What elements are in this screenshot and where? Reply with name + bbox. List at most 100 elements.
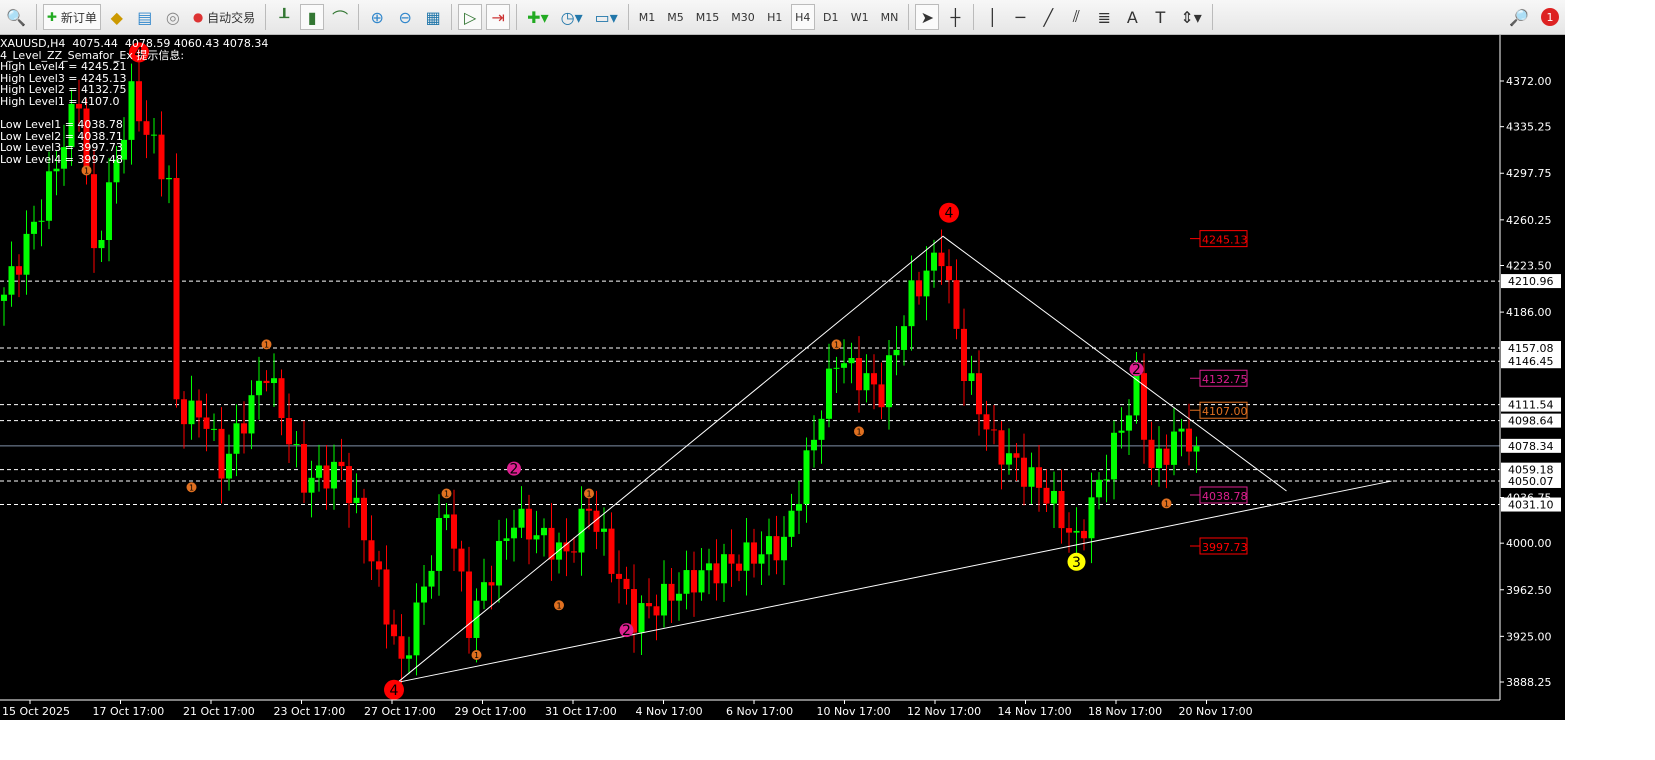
x-tick-label: 21 Oct 17:00: [183, 705, 255, 718]
x-tick-label: 4 Nov 17:00: [636, 705, 703, 718]
trendline-icon[interactable]: ╱: [1036, 4, 1060, 30]
timeframe-d1[interactable]: D1: [819, 4, 843, 30]
equidistant-channel-icon[interactable]: ⫽: [1064, 4, 1088, 30]
candle-body: [346, 466, 352, 504]
candle-body: [706, 563, 712, 571]
signals-icon[interactable]: ◎: [161, 4, 185, 30]
price-tag-label: 4157.08: [1508, 342, 1554, 355]
candle-body: [691, 570, 697, 593]
timeframe-bar: M1 M5 M15 M30 H1 H4 D1 W1 MN: [633, 4, 905, 30]
timeframe-m30[interactable]: M30: [727, 4, 759, 30]
indicators-icon[interactable]: ✚▾: [523, 4, 552, 30]
candle-body: [1043, 487, 1050, 504]
candle-body: [16, 266, 22, 275]
x-tick-label: 12 Nov 17:00: [907, 705, 981, 718]
vertical-line-icon[interactable]: │: [980, 4, 1004, 30]
candle-body: [623, 578, 630, 590]
chart-info: XAUUSD,H4 4075.44 4078.59 4060.43 4078.3…: [0, 38, 268, 166]
candle-body: [413, 602, 420, 656]
fibonacci-icon[interactable]: ≣: [1092, 4, 1116, 30]
auto-trade-button[interactable]: ● 自动交易: [189, 4, 259, 30]
text-label-icon[interactable]: T: [1148, 4, 1172, 30]
data-window-icon[interactable]: ▤: [133, 4, 157, 30]
timeframe-w1[interactable]: W1: [847, 4, 873, 30]
candle-body: [166, 177, 172, 180]
auto-scroll-icon[interactable]: ▷: [458, 4, 483, 30]
semafor-label: 1: [1164, 499, 1169, 508]
candle-body: [886, 355, 892, 408]
candle-body: [893, 349, 900, 356]
candlestick-icon[interactable]: ▮: [300, 4, 325, 30]
price-tag-label: 4111.54: [1508, 399, 1554, 412]
candle-body: [106, 182, 112, 241]
candle-body: [496, 540, 502, 586]
semafor-label: 1: [444, 489, 449, 498]
bar-chart-icon[interactable]: ┸: [272, 4, 296, 30]
periods-icon[interactable]: ◷▾: [557, 4, 587, 30]
crosshair-icon[interactable]: ┼: [943, 4, 967, 30]
candle-body: [466, 571, 472, 638]
candle-body: [1021, 457, 1027, 487]
candle-body: [751, 542, 757, 564]
new-order-button[interactable]: ✚ 新订单: [42, 4, 101, 30]
price-tag-label: 4210.96: [1508, 275, 1554, 288]
candle-body: [526, 508, 532, 540]
candle-body: [98, 240, 105, 249]
x-tick-label: 14 Nov 17:00: [998, 705, 1072, 718]
candle-body: [788, 510, 795, 537]
candle-body: [263, 380, 270, 384]
candle-body: [53, 168, 60, 172]
candle-body: [458, 548, 465, 572]
timeframe-h4[interactable]: H4: [790, 4, 815, 30]
candle-body: [541, 527, 547, 536]
timeframe-m15[interactable]: M15: [692, 4, 724, 30]
cursor-icon[interactable]: ➤: [915, 4, 940, 30]
notifications-badge[interactable]: 1: [1537, 4, 1563, 30]
candle-body: [361, 497, 367, 541]
candle-body: [901, 326, 907, 350]
zoom-out-icon[interactable]: ⊖: [393, 4, 417, 30]
candle-body: [316, 465, 322, 478]
semafor-label: 1: [556, 601, 561, 610]
arrows-icon[interactable]: ⇕▾: [1176, 4, 1205, 30]
horizontal-line-icon[interactable]: ─: [1008, 4, 1032, 30]
x-tick-label: 23 Oct 17:00: [274, 705, 346, 718]
x-tick-label: 10 Nov 17:00: [817, 705, 891, 718]
candle-body: [698, 570, 705, 593]
candle-body: [23, 233, 30, 275]
zoom-in-icon[interactable]: ⊕: [365, 4, 389, 30]
market-watch-icon[interactable]: ◆: [105, 4, 129, 30]
candle-body: [1163, 448, 1170, 465]
candle-body: [923, 270, 930, 297]
timeframe-m1[interactable]: M1: [635, 4, 660, 30]
y-tick-label: 4335.25: [1506, 121, 1552, 134]
candle-body: [571, 551, 577, 553]
line-chart-icon[interactable]: ⌒: [328, 4, 352, 30]
level-box-label: 3997.73: [1202, 541, 1248, 554]
candle-body: [233, 423, 240, 454]
timeframe-m5[interactable]: M5: [663, 4, 688, 30]
level-info-line: High Level1 = 4107.0: [0, 94, 120, 108]
candle-body: [196, 400, 202, 418]
candle-body: [818, 418, 825, 440]
timeframe-h1[interactable]: H1: [763, 4, 787, 30]
text-icon[interactable]: A: [1120, 4, 1144, 30]
candle-body: [248, 395, 255, 434]
candle-body: [38, 220, 45, 222]
chart-shift-icon[interactable]: ⇥: [486, 4, 511, 30]
auto-trade-label: 自动交易: [207, 10, 256, 25]
candle-body: [871, 373, 877, 385]
candle-body: [1156, 448, 1162, 469]
candle-body: [758, 554, 765, 564]
candle-body: [436, 518, 442, 571]
tile-windows-icon[interactable]: ▦: [421, 4, 445, 30]
candle-body: [676, 593, 682, 601]
search-icon[interactable]: 🔍: [2, 4, 30, 30]
timeframe-mn[interactable]: MN: [877, 4, 903, 30]
candle-body: [376, 561, 382, 570]
candle-body: [1178, 428, 1185, 432]
candle-body: [278, 378, 285, 419]
search-icon[interactable]: 🔎: [1505, 4, 1533, 30]
candle-body: [998, 430, 1005, 465]
templates-icon[interactable]: ▭▾: [591, 4, 622, 30]
